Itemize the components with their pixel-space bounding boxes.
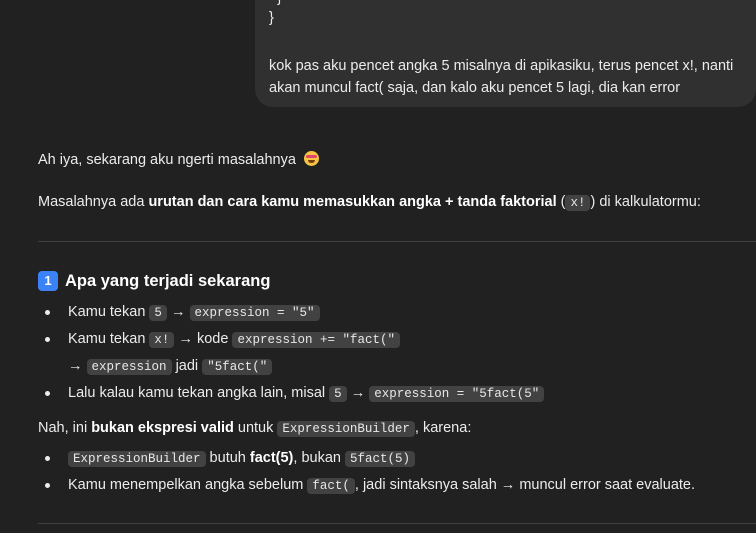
problem-paragraph: Masalahnya ada urutan dan cara kamu mema…	[38, 191, 701, 214]
reply-intro: Ah iya, sekarang aku ngerti masalahnya	[38, 149, 319, 171]
inline-code: 5	[329, 386, 347, 402]
inline-code: expression	[86, 359, 172, 375]
code-tail-top: }	[277, 0, 282, 6]
inline-code: x!	[149, 332, 175, 348]
bullet-icon	[45, 483, 50, 488]
item-text: jadi	[171, 358, 203, 374]
list-item: Kamu tekan 5 → expression = "5"	[68, 301, 320, 324]
invalid-middle: untuk	[233, 420, 278, 436]
bullet-icon	[45, 391, 50, 396]
inline-code: expression = "5fact(5"	[369, 386, 545, 402]
arrow: →	[68, 358, 87, 374]
item-text: → kode	[174, 331, 233, 347]
item-text: , bukan	[293, 450, 345, 466]
divider	[38, 523, 756, 524]
arrow: →	[166, 304, 190, 320]
list-item: Kamu tekan x! → kode expression += "fact…	[68, 328, 400, 351]
problem-prefix: Masalahnya ada	[38, 194, 149, 210]
section-title: Apa yang terjadi sekarang	[65, 271, 271, 290]
invalid-prefix: Nah, ini	[38, 420, 92, 436]
problem-bold: urutan dan cara kamu memasukkan angka + …	[148, 194, 557, 210]
code-tail: }	[269, 10, 274, 26]
inline-code: 5	[149, 305, 167, 321]
list-item: ExpressionBuilder butuh fact(5), bukan 5…	[68, 447, 415, 470]
invalid-paragraph: Nah, ini bukan ekspresi valid untuk Expr…	[38, 417, 471, 440]
divider	[38, 241, 756, 242]
section-heading: 1 Apa yang terjadi sekarang	[38, 271, 270, 291]
list-item-continuation: → expression jadi "5fact("	[68, 355, 273, 378]
problem-suffix: ) di kalkulatormu:	[590, 194, 701, 210]
invalid-bold: bukan ekspresi valid	[91, 420, 234, 436]
keycap-1-icon: 1	[38, 271, 58, 291]
bullet-icon	[45, 337, 50, 342]
bullet-icon	[45, 310, 50, 315]
inline-code: fact(	[307, 478, 355, 494]
user-message-text: kok pas aku pencet angka 5 misalnya di a…	[269, 58, 734, 96]
inline-code: ExpressionBuilder	[277, 421, 415, 437]
inline-code: "5fact("	[202, 359, 273, 375]
user-message-bubble: } } kok pas aku pencet angka 5 misalnya …	[255, 0, 756, 107]
inline-code: expression = "5"	[189, 305, 320, 321]
inline-code: 5fact(5)	[344, 451, 415, 467]
inline-code: ExpressionBuilder	[68, 451, 206, 467]
item-bold: fact(5)	[249, 450, 294, 466]
bullet-icon	[45, 456, 50, 461]
item-text: Kamu tekan	[68, 331, 150, 347]
item-text: butuh	[205, 450, 250, 466]
item-text: Lalu kalau kamu tekan angka lain, misal	[68, 385, 330, 401]
reply-intro-text: Ah iya, sekarang aku ngerti masalahnya	[38, 152, 296, 168]
item-text: , jadi sintaksnya salah → muncul error s…	[354, 477, 696, 493]
list-item: Lalu kalau kamu tekan angka lain, misal …	[68, 382, 545, 405]
list-item: Kamu menempelkan angka sebelum fact(, ja…	[68, 474, 695, 497]
item-text: Kamu tekan	[68, 304, 150, 320]
arrow: →	[346, 385, 370, 401]
item-text: Kamu menempelkan angka sebelum	[68, 477, 308, 493]
inline-code: expression += "fact("	[232, 332, 400, 348]
code-factorial: x!	[565, 195, 591, 211]
star-struck-face-icon	[303, 151, 319, 166]
invalid-suffix: , karena:	[414, 420, 472, 436]
